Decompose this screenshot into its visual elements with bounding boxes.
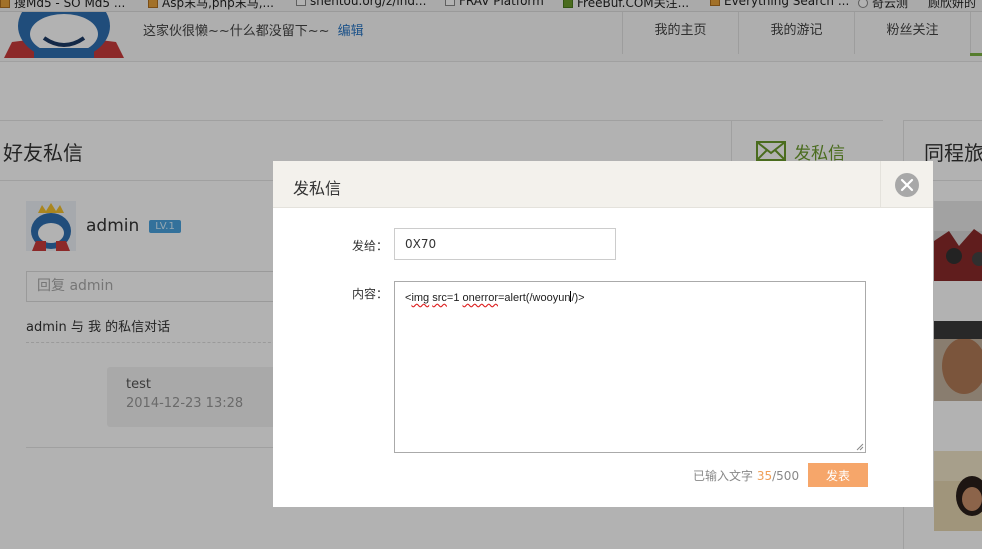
resize-handle-icon[interactable] [856, 443, 864, 451]
recipient-field[interactable]: 0X70 [394, 228, 616, 260]
character-counter: 已输入文字 35/500 [693, 469, 800, 483]
recipient-label: 发给： [351, 239, 388, 253]
close-icon [895, 172, 919, 197]
message-textarea[interactable]: <img src=1 onerror=alert(/wooyun/)> [394, 281, 866, 453]
dialog-header: 发私信 [273, 161, 933, 208]
submit-button[interactable]: 发表 [808, 463, 868, 487]
dialog-title: 发私信 [293, 179, 342, 198]
close-button[interactable] [880, 161, 933, 208]
send-message-dialog: 发私信 发给： 0X70 内容： <img src=1 onerror=aler… [273, 161, 933, 507]
content-label: 内容： [351, 287, 388, 301]
